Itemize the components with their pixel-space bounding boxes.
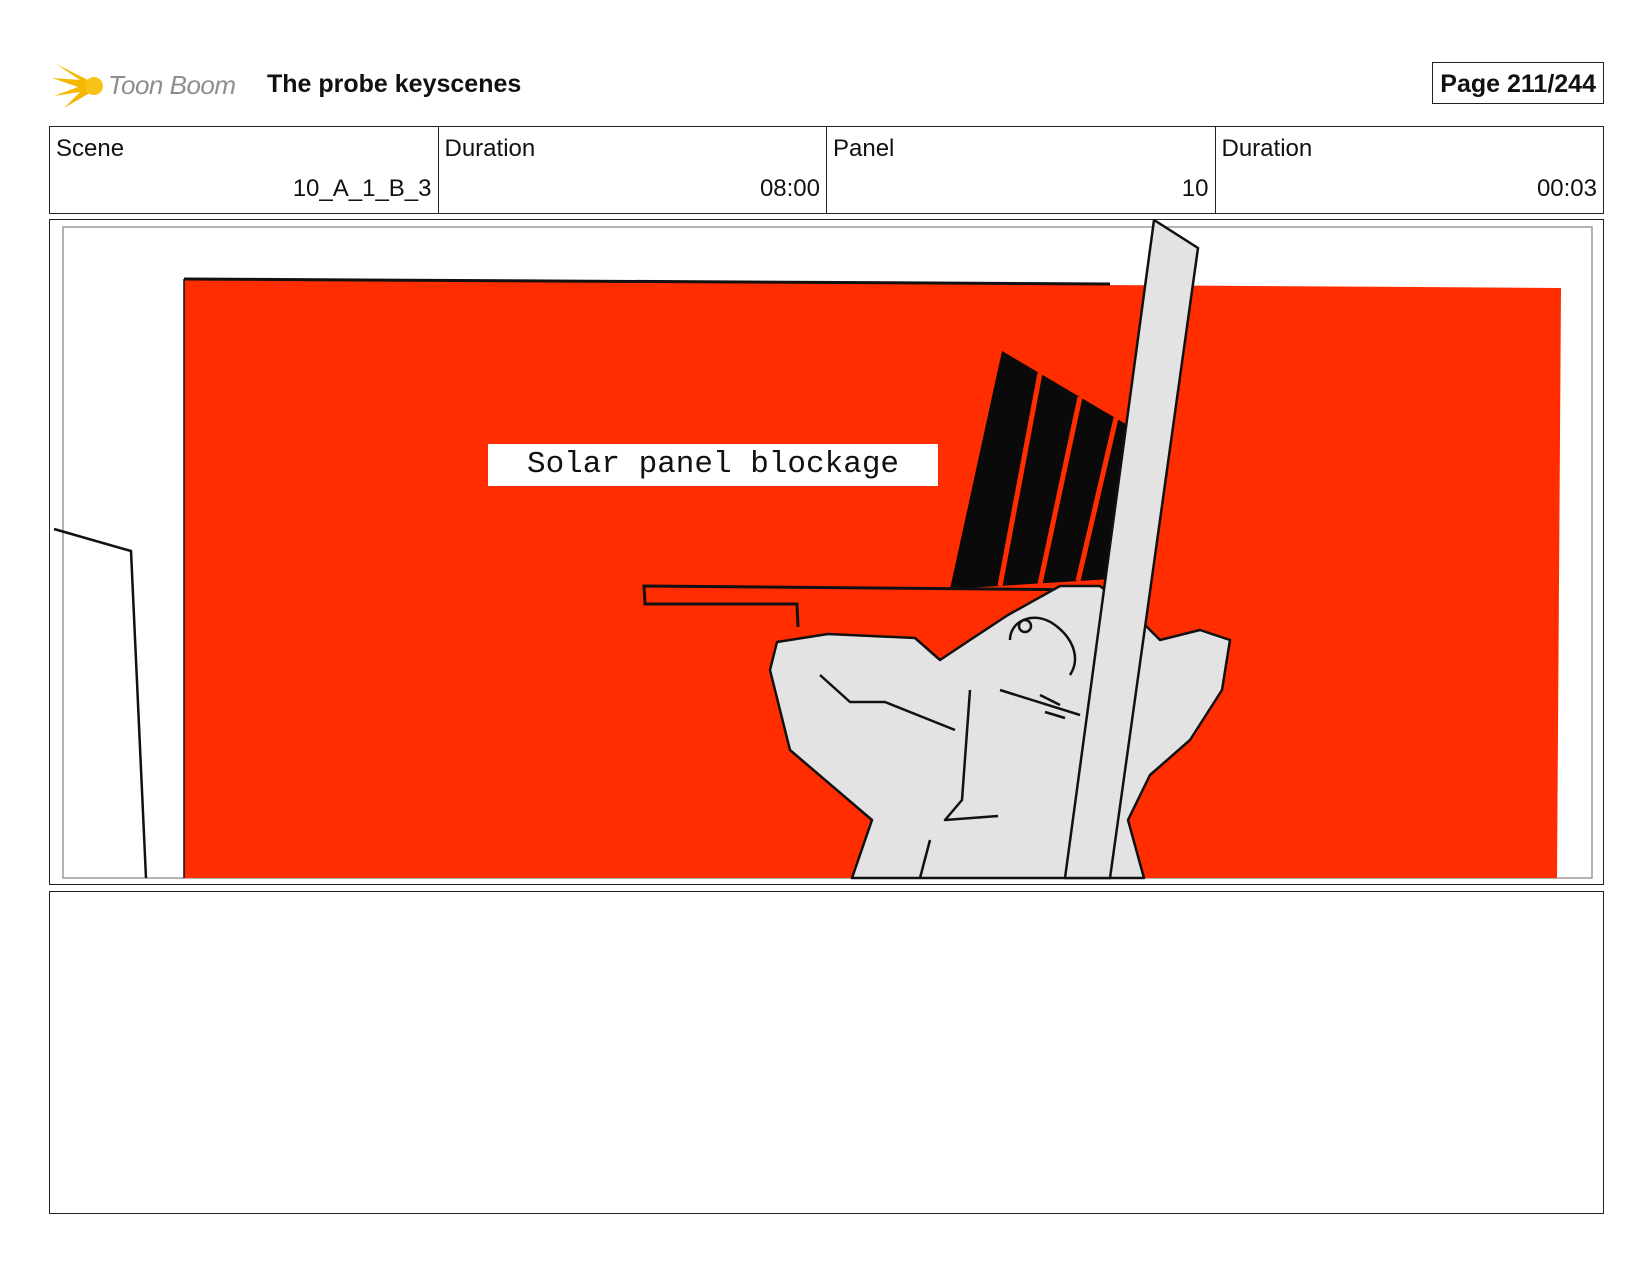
left-wall-lines	[53, 527, 148, 879]
panel-duration-label: Duration	[1221, 135, 1313, 162]
panel-notes-box	[49, 891, 1604, 1214]
starburst-logo-icon	[52, 64, 103, 108]
scene-label: Scene	[56, 135, 125, 162]
panel-label: Panel	[833, 135, 895, 162]
logo-text: Toon Boom	[108, 70, 236, 100]
scene-info-table: Scene 10_A_1_B_3 Duration 08:00 Panel 10…	[49, 126, 1604, 214]
panel-drawing	[53, 220, 1593, 880]
panel-duration-value: 00:03	[1536, 175, 1597, 202]
scene-value: 10_A_1_B_3	[292, 175, 432, 202]
panel-value: 10	[1181, 175, 1209, 202]
scene-duration-cell: Duration 08:00	[439, 127, 827, 213]
scene-cell: Scene 10_A_1_B_3	[50, 127, 439, 213]
toon-boom-logo: Toon Boom	[50, 58, 250, 110]
storyboard-panel: Solar panel blockage	[49, 219, 1604, 885]
page-number: Page 211/244	[1432, 62, 1604, 104]
scene-duration-value: 08:00	[759, 175, 820, 202]
page-header: Toon Boom The probe keyscenes Page 211/2…	[50, 58, 1604, 110]
panel-cell: Panel 10	[827, 127, 1216, 213]
panel-caption: Solar panel blockage	[488, 444, 938, 486]
document-title: The probe keyscenes	[267, 70, 522, 98]
scene-duration-label: Duration	[444, 135, 536, 162]
panel-duration-cell: Duration 00:03	[1216, 127, 1604, 213]
